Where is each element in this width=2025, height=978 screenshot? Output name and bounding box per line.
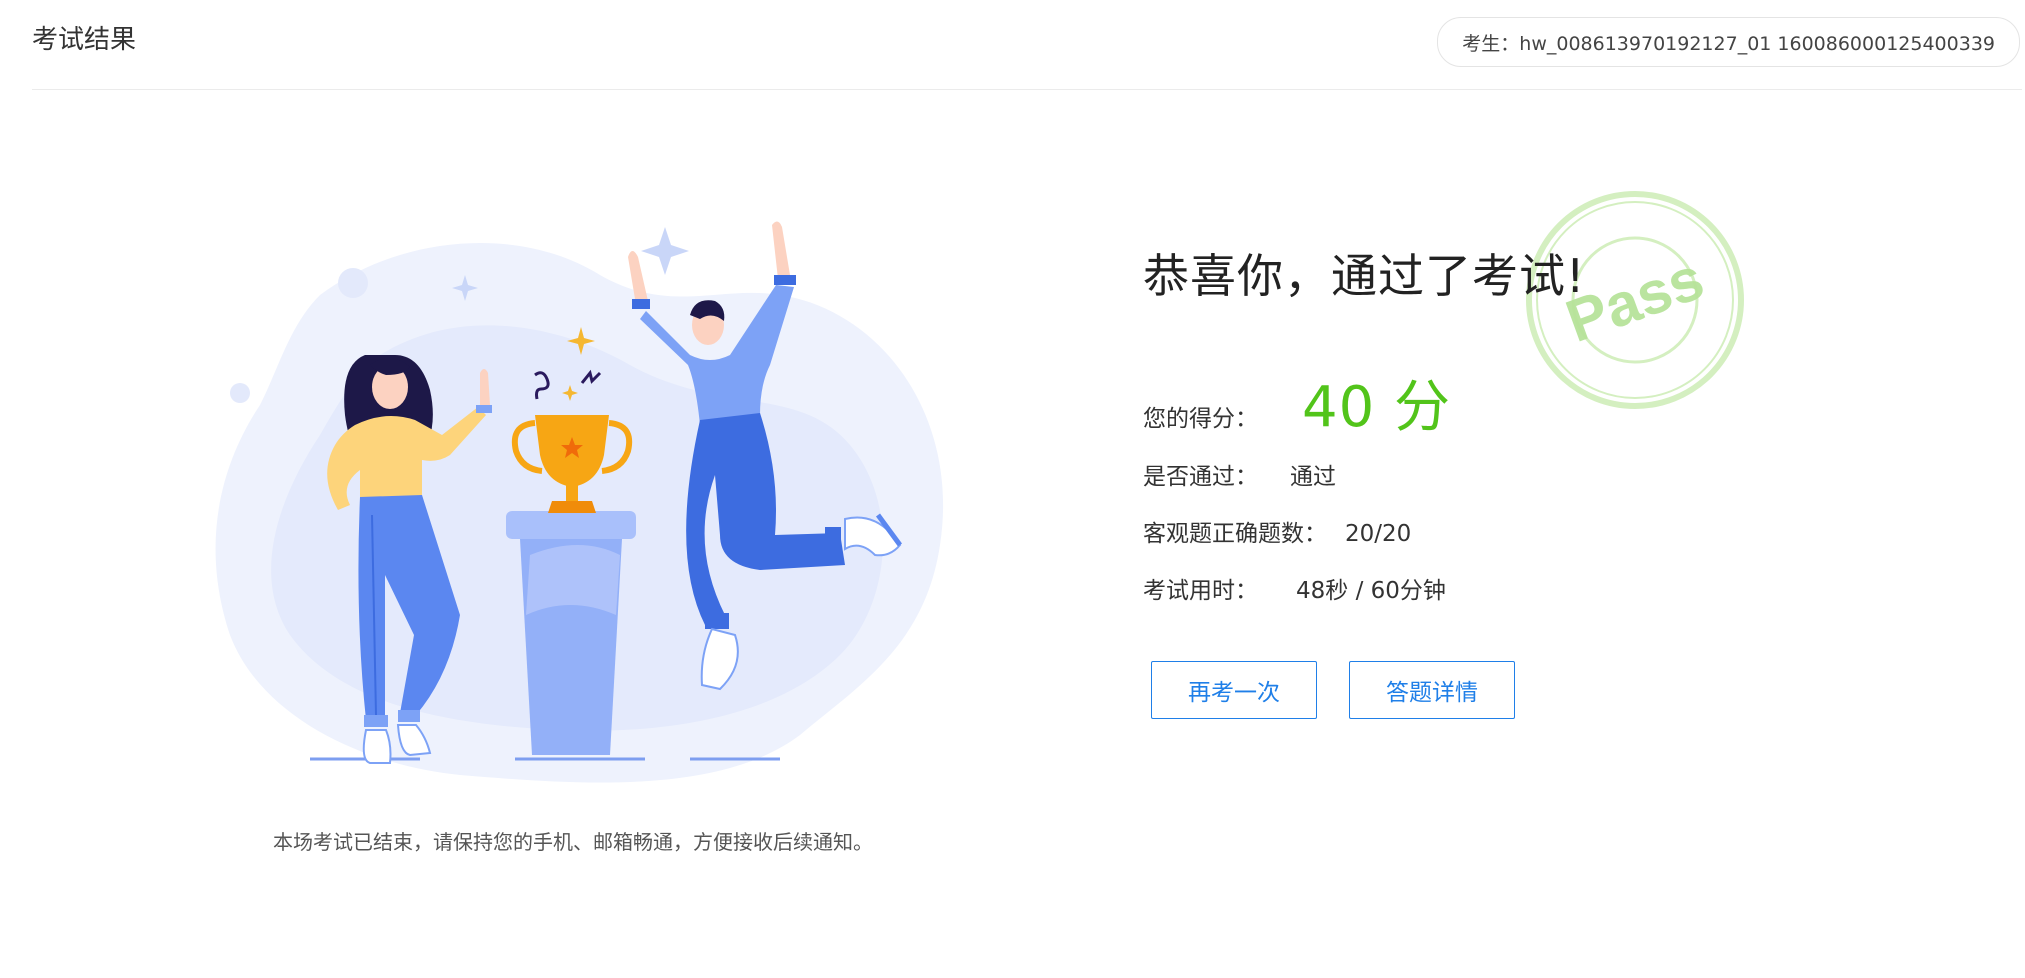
objective-correct-value: 20/20 [1345,521,1412,547]
exam-end-notice: 本场考试已结束，请保持您的手机、邮箱畅通，方便接收后续通知。 [273,830,873,854]
trophy-stem [566,485,578,501]
podium-shade [526,545,620,615]
result-panel: Pass 恭喜你，通过了考试! 您的得分： 40 分 是否通过： 通过 客观题正… [1143,0,1843,800]
answer-details-button[interactable]: 答题详情 [1349,661,1515,719]
exam-time-row: 考试用时： 48秒 / 60分钟 [1143,571,1446,605]
score-label: 您的得分： [1143,406,1258,432]
sparkle-dot [230,383,250,403]
score-value: 40 分 [1302,375,1452,440]
retry-exam-button[interactable]: 再考一次 [1151,661,1317,719]
trophy-base [548,501,596,513]
objective-correct-row: 客观题正确题数： 20/20 [1143,514,1411,548]
sparkle-icon [641,227,689,275]
page-title: 考试结果 [32,25,137,55]
celebration-illustration [215,221,944,783]
objective-correct-label: 客观题正确题数： [1143,521,1327,547]
pass-status-label: 是否通过： [1143,464,1258,490]
exam-time-value: 48秒 / 60分钟 [1296,578,1446,604]
pass-status-value: 通过 [1290,464,1336,490]
exam-time-label: 考试用时： [1143,578,1258,604]
sparkle-dot [338,268,368,298]
congrats-heading: 恭喜你，通过了考试! [1143,249,1586,303]
exam-result-page: 考试结果 考生：hw_008613970192127_01 1600860001… [0,0,2025,978]
pass-status-row: 是否通过： 通过 [1143,457,1336,491]
score-row: 您的得分： 40 分 [1143,362,1451,443]
podium-top [506,511,636,539]
